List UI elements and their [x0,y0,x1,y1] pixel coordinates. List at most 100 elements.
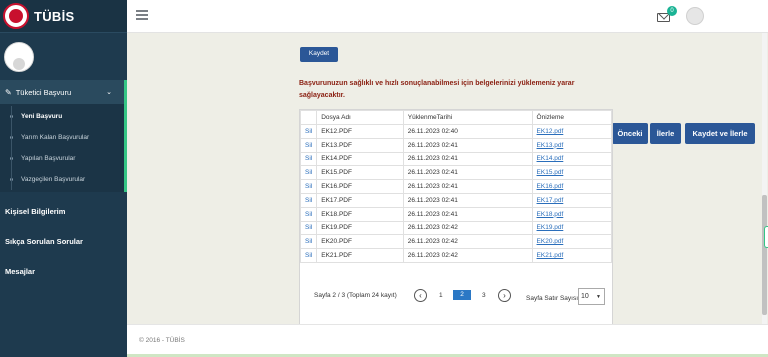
save-button-top[interactable]: Kaydet [300,47,338,62]
delete-link[interactable]: Sil [299,124,318,139]
delete-link[interactable]: Sil [299,151,318,167]
sidebar-submenu: Yeni Başvuru Yarım Kalan Başvurular Yapı… [0,104,127,192]
notification-badge: 0 [667,6,677,16]
col-upload-date: YüklenmeTarihi [402,110,533,125]
table-row: Sil EK15.PDF 26.11.2023 02:41 EK15.pdf [299,165,613,181]
footer-copyright: © 2016 - TÜBİS [139,337,185,344]
delete-link[interactable]: Sil [299,220,318,236]
delete-link[interactable]: Sil [299,206,318,222]
upload-date: 26.11.2023 02:41 [402,192,533,208]
profile [0,33,127,80]
upload-date: 26.11.2023 02:41 [402,179,533,194]
pager: Sayfa 2 / 3 (Toplam 24 kayıt) ‹ 1 2 3 › … [300,283,612,309]
upload-date: 26.11.2023 02:40 [402,124,533,139]
sidebar-item-sss[interactable]: Sıkça Sorulan Sorular [0,226,127,256]
table-row: Sil EK13.PDF 26.11.2023 02:41 EK13.pdf [299,137,613,153]
sidebar-subitem-yapilan[interactable]: Yapılan Başvurular [0,148,124,169]
sidebar-subitem-vazgecilen[interactable]: Vazgeçilen Başvurular [0,169,124,190]
upload-date: 26.11.2023 02:41 [402,151,533,167]
upload-date: 26.11.2023 02:42 [402,234,533,250]
hamburger-menu-icon[interactable] [136,10,148,22]
file-name: EK20.PDF [316,234,404,250]
preview-link[interactable]: EK13.pdf [531,137,613,153]
file-name: EK16.PDF [316,179,404,194]
upload-date: 26.11.2023 02:41 [402,165,533,181]
table-row: Sil EK20.PDF 26.11.2023 02:42 EK20.pdf [299,234,613,250]
upload-date: 26.11.2023 02:41 [402,206,533,222]
page-2-current[interactable]: 2 [453,290,471,300]
preview-link[interactable]: EK21.pdf [531,248,613,263]
delete-link[interactable]: Sil [299,137,318,153]
page-1[interactable]: 1 [439,292,443,299]
scrollbar-thumb[interactable] [762,195,767,315]
info-message: Başvurunuzun sağlıklı ve hızlı sonuçlana… [299,80,575,99]
main-content: Kaydet Başvurunuzun sağlıklı ve hızlı so… [127,33,768,343]
preview-link[interactable]: EK18.pdf [531,206,613,222]
prev-page-icon[interactable]: ‹ [414,289,427,302]
sidebar-item-mesajlar[interactable]: Mesajlar [0,256,127,286]
chevron-down-icon: ⌄ [106,89,112,96]
next-button[interactable]: İlerle [650,123,681,144]
file-name: EK21.PDF [316,248,404,263]
sidebar-item-kisisel-bilgilerim[interactable]: Kişisel Bilgilerim [0,196,127,226]
rows-per-page-label: Sayfa Satır Sayısı [526,295,579,302]
preview-link[interactable]: EK17.pdf [531,192,613,208]
delete-link[interactable]: Sil [299,192,318,208]
brand-logo [3,3,29,29]
save-and-next-button[interactable]: Kaydet ve İlerle [685,123,755,144]
sidebar-item-tuketici-basvuru[interactable]: ✎ Tüketici Başvuru ⌄ [0,80,127,104]
files-table-panel: Dosya Adı YüklenmeTarihi Önizleme Sil EK1… [299,109,613,343]
table-row: Sil EK18.PDF 26.11.2023 02:41 EK18.pdf [299,206,613,222]
page-3[interactable]: 3 [482,292,486,299]
preview-link[interactable]: EK14.pdf [531,151,613,167]
pager-summary: Sayfa 2 / 3 (Toplam 24 kayıt) [314,292,397,299]
footer: © 2016 - TÜBİS [127,324,768,357]
file-name: EK14.PDF [316,151,404,167]
file-name: EK19.PDF [316,220,404,236]
avatar[interactable] [4,41,34,72]
file-name: EK17.PDF [316,192,404,208]
delete-link[interactable]: Sil [299,179,318,194]
preview-link[interactable]: EK20.pdf [531,234,613,250]
table-row: Sil EK12.PDF 26.11.2023 02:40 EK12.pdf [299,124,613,139]
preview-link[interactable]: EK15.pdf [531,165,613,181]
file-name: EK13.PDF [316,137,404,153]
brand-name: TÜBİS [34,8,75,24]
sidebar: TÜBİS ✎ Tüketici Başvuru ⌄ Yeni Başvuru … [0,0,127,357]
upload-date: 26.11.2023 02:41 [402,137,533,153]
files-table: Dosya Adı YüklenmeTarihi Önizleme Sil EK1… [299,110,613,263]
user-avatar[interactable] [686,7,704,25]
sidebar-subitem-yeni-basvuru[interactable]: Yeni Başvuru [0,106,124,127]
table-header-row: Dosya Adı YüklenmeTarihi Önizleme [299,110,613,125]
file-name: EK18.PDF [316,206,404,222]
rows-per-page-value: 10 [581,293,589,300]
table-row: Sil EK21.PDF 26.11.2023 02:42 EK21.pdf [299,248,613,263]
preview-link[interactable]: EK12.pdf [531,124,613,139]
upload-date: 26.11.2023 02:42 [402,248,533,263]
rows-per-page-select[interactable]: 10 ▼ [578,288,605,305]
prev-button[interactable]: Önceki [612,123,648,144]
col-action [299,110,318,125]
file-name: EK15.PDF [316,165,404,181]
col-preview: Önizleme [531,110,613,125]
table-row: Sil EK14.PDF 26.11.2023 02:41 EK14.pdf [299,151,613,167]
table-row: Sil EK16.PDF 26.11.2023 02:41 EK16.pdf [299,179,613,194]
next-page-icon[interactable]: › [498,289,511,302]
preview-link[interactable]: EK16.pdf [531,179,613,194]
sidebar-item-label: Tüketici Başvuru [15,87,72,97]
table-row: Sil EK17.PDF 26.11.2023 02:41 EK17.pdf [299,192,613,208]
delete-link[interactable]: Sil [299,234,318,250]
upload-date: 26.11.2023 02:42 [402,220,533,236]
file-name: EK12.PDF [316,124,404,139]
sidebar-subitem-yarim-kalan[interactable]: Yarım Kalan Başvurular [0,127,124,148]
table-row: Sil EK19.PDF 26.11.2023 02:42 EK19.pdf [299,220,613,236]
delete-link[interactable]: Sil [299,248,318,263]
edit-icon: ✎ [5,87,12,97]
col-file-name: Dosya Adı [316,110,404,125]
delete-link[interactable]: Sil [299,165,318,181]
preview-link[interactable]: EK19.pdf [531,220,613,236]
top-bar: 0 [127,0,768,33]
caret-down-icon: ▼ [596,294,601,300]
side-tab[interactable] [764,226,768,248]
brand[interactable]: TÜBİS [0,0,127,33]
